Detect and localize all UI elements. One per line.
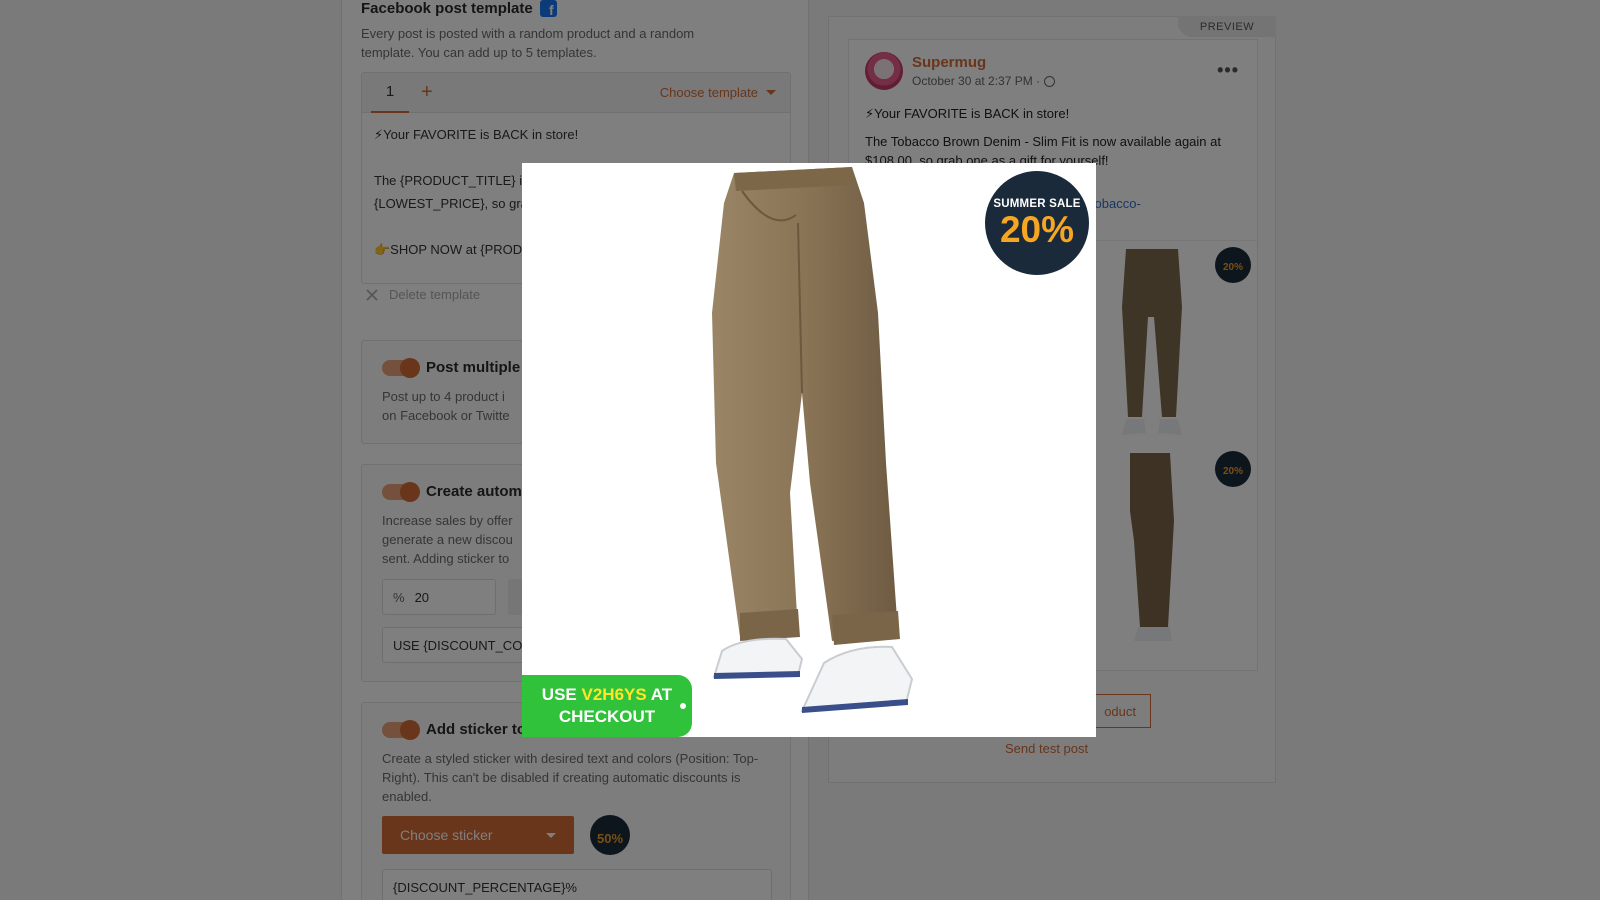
checkout-code: V2H6YS (581, 685, 647, 704)
summer-sale-badge: SUMMER SALE 20% (985, 171, 1089, 275)
sale-badge-label: SUMMER SALE (993, 197, 1081, 210)
image-lightbox: SUMMER SALE 20% USE V2H6YS AT CHECKOUT (522, 163, 1096, 737)
checkout-line-1: USE V2H6YS AT (542, 684, 672, 706)
checkout-code-sticker: USE V2H6YS AT CHECKOUT (522, 675, 692, 737)
checkout-at: AT (650, 685, 673, 704)
product-image-pants (712, 167, 914, 713)
checkout-word: CHECKOUT (558, 707, 656, 726)
checkout-use: USE (541, 685, 577, 704)
sticker-hole (680, 703, 686, 709)
sale-badge-percent: 20% (999, 208, 1075, 250)
